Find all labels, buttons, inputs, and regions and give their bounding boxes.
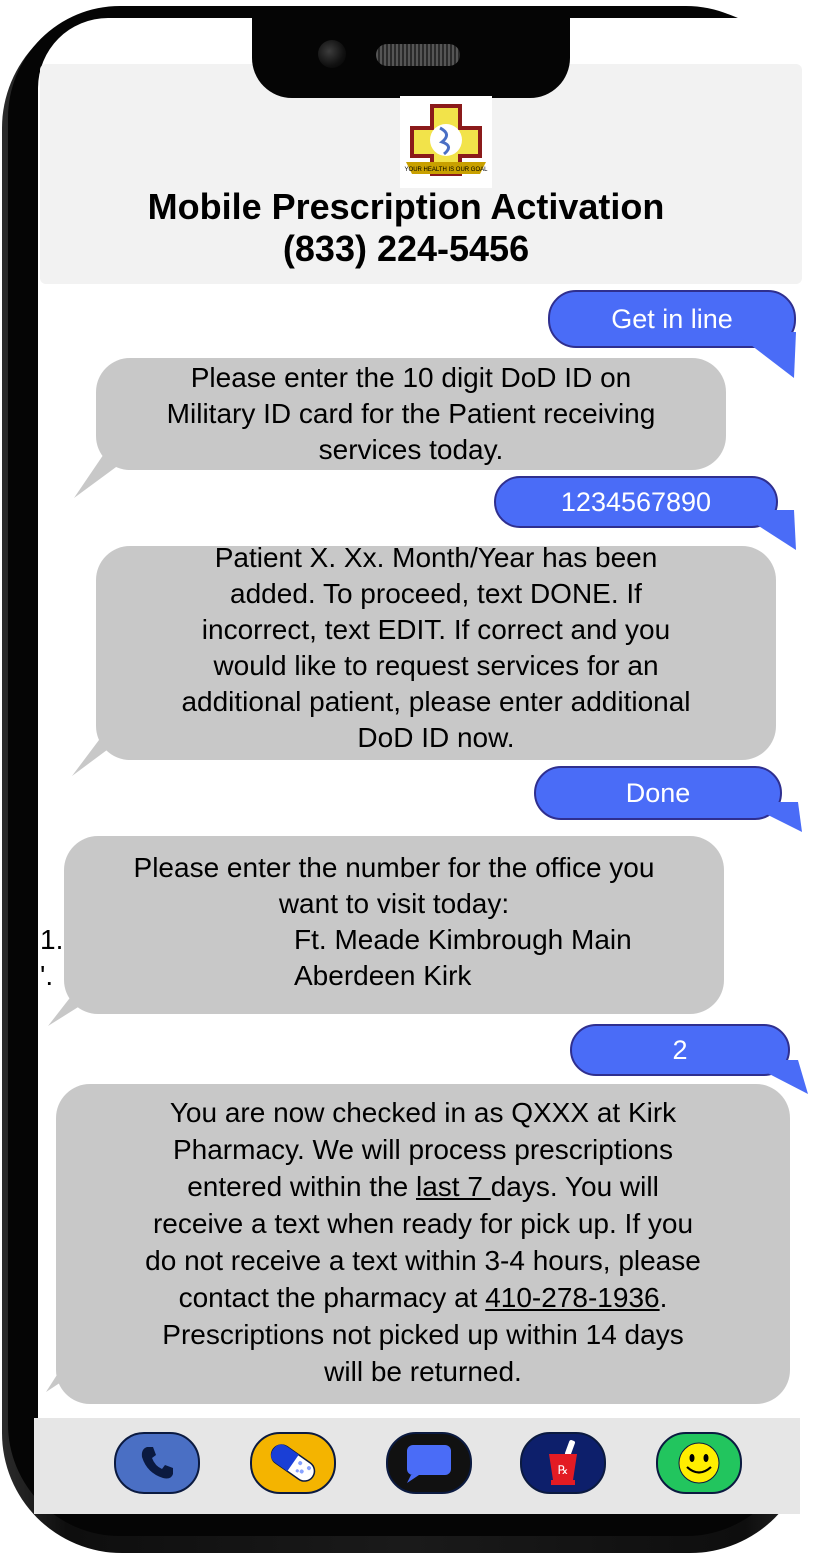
message-line: entered within the last 7 days. You will <box>56 1168 790 1205</box>
office-option: '. Aberdeen Kirk <box>20 958 724 994</box>
page-title: Mobile Prescription Activation <box>147 186 665 227</box>
message-text: 2 <box>672 1035 688 1065</box>
message-line: added. To proceed, text DONE. If <box>230 578 642 609</box>
phone-icon <box>141 1447 173 1479</box>
pharmacy-icon: ℞ <box>549 1440 577 1485</box>
message-line: Prescriptions not picked up within 14 da… <box>162 1319 684 1350</box>
message-line: additional patient, please enter additio… <box>181 686 691 717</box>
message-text: Done <box>625 778 691 808</box>
dock-pharmacy-button[interactable]: ℞ <box>520 1432 606 1494</box>
message-line: contact the pharmacy at 410-278-1936. <box>56 1279 790 1316</box>
message-fragment: entered within the <box>187 1171 416 1202</box>
office-option: 1. Ft. Meade Kimbrough Main <box>20 922 724 958</box>
message-text: 1234567890 <box>560 487 712 517</box>
office-option-label: Aberdeen Kirk <box>294 960 472 991</box>
dock-phone-button[interactable] <box>114 1432 200 1494</box>
front-camera-icon <box>318 40 346 68</box>
incoming-message: Please enter the 10 digit DoD ID on Mili… <box>96 358 726 470</box>
message-line: You are now checked in as QXXX at Kirk <box>169 1097 677 1128</box>
message-fragment: . <box>659 1282 668 1313</box>
message-line: Please enter the number for the office y… <box>133 852 655 883</box>
svg-text:℞: ℞ <box>558 1463 569 1477</box>
message-fragment: days. You will <box>490 1171 659 1202</box>
message-fragment: contact the pharmacy at <box>178 1282 486 1313</box>
chat-icon <box>407 1445 451 1483</box>
logo-motto: YOUR HEALTH IS OUR GOAL <box>405 167 489 173</box>
message-line: Pharmacy. We will process prescriptions <box>172 1134 673 1165</box>
message-line: Patient X. Xx. Month/Year has been <box>214 542 658 573</box>
office-option-number: '. <box>40 960 54 991</box>
incoming-message: Please enter the number for the office y… <box>40 836 724 1014</box>
incoming-message: Patient X. Xx. Month/Year has been added… <box>96 542 776 760</box>
underlined-text: last 7 <box>416 1171 491 1202</box>
message-line: would like to request services for an <box>213 650 659 681</box>
office-option-label: Ft. Meade Kimbrough Main <box>294 924 632 955</box>
message-line: want to visit today: <box>278 888 510 919</box>
message-line: will be returned. <box>324 1356 522 1387</box>
message-line: DoD ID now. <box>357 722 515 753</box>
office-option-number: 1. <box>40 924 64 955</box>
activation-phone-number: (833) 224-5456 <box>282 228 530 269</box>
pill-icon <box>270 1444 316 1482</box>
pharmacy-phone-link[interactable]: 410-278-1936 <box>485 1282 659 1313</box>
message-line: Military ID card for the Patient receivi… <box>166 398 656 429</box>
dock-smiley-button[interactable] <box>656 1432 742 1494</box>
message-line: incorrect, text EDIT. If correct and you <box>201 614 671 645</box>
message-line: receive a text when ready for pick up. I… <box>152 1208 694 1239</box>
pharmacy-logo-icon: YOUR HEALTH IS OUR GOAL <box>400 96 492 188</box>
bubble-tail <box>734 332 796 378</box>
message-text: Get in line <box>611 304 733 334</box>
smiley-icon <box>678 1442 720 1484</box>
dock-pill-button[interactable] <box>250 1432 336 1494</box>
message-line: Please enter the 10 digit DoD ID on <box>190 362 632 393</box>
bubble-tail <box>742 802 802 832</box>
dock-chat-button[interactable] <box>386 1432 472 1494</box>
message-line: do not receive a text within 3-4 hours, … <box>145 1245 701 1276</box>
incoming-message: You are now checked in as QXXX at Kirk P… <box>56 1084 790 1404</box>
earpiece-speaker <box>376 44 460 66</box>
message-line: services today. <box>318 434 504 465</box>
